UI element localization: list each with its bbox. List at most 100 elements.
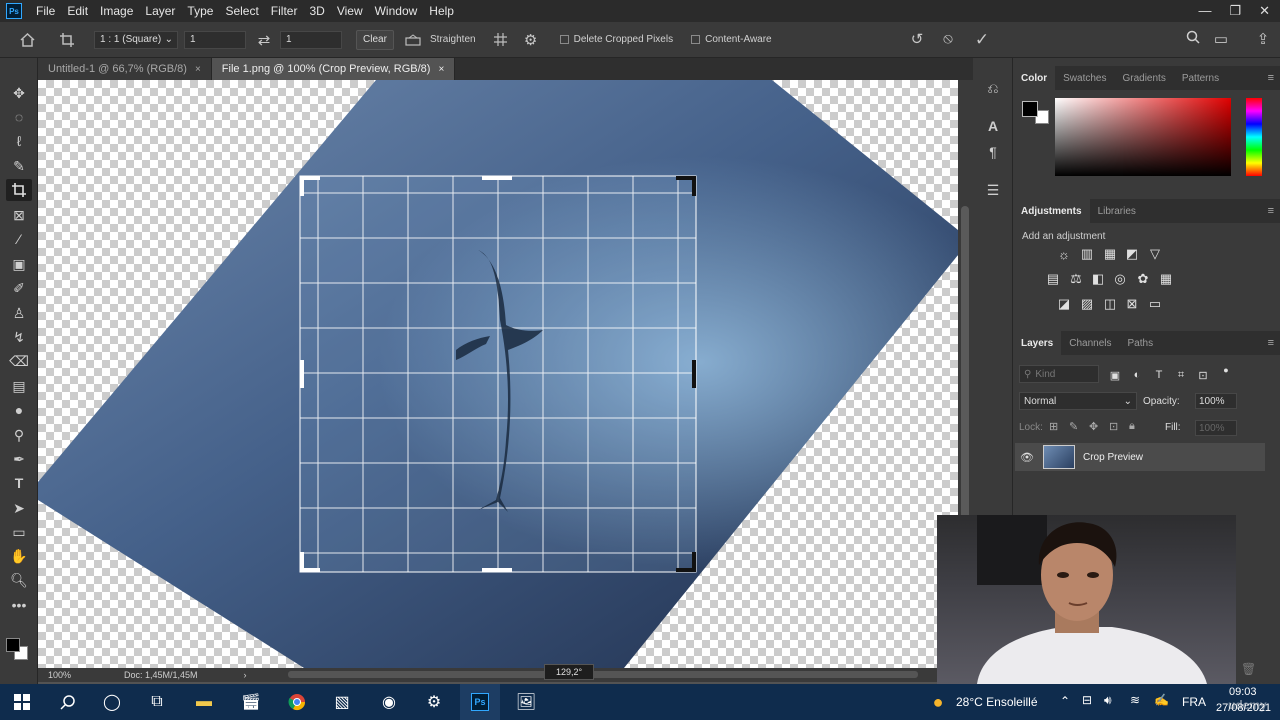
tray-volume-icon[interactable]: 🔊︎: [1104, 693, 1112, 708]
clear-button[interactable]: Clear: [356, 29, 394, 50]
lock-image-icon[interactable]: ✎: [1069, 420, 1078, 433]
menu-view[interactable]: View: [331, 0, 369, 22]
eraser-tool-icon[interactable]: ⌫: [6, 350, 32, 372]
hue-slider[interactable]: [1246, 98, 1262, 176]
levels-icon[interactable]: ▥: [1079, 246, 1095, 262]
tab-paths[interactable]: Paths: [1120, 331, 1162, 355]
filter-pixel-icon[interactable]: ▣: [1107, 367, 1123, 383]
close-window-button[interactable]: ✕: [1259, 0, 1270, 22]
gradient-map-icon[interactable]: ▭: [1147, 296, 1163, 312]
video-editor-icon[interactable]: 🎬︎: [231, 684, 271, 720]
brightness-icon[interactable]: ☼: [1056, 246, 1072, 262]
menu-image[interactable]: Image: [94, 0, 139, 22]
lock-artboard-icon[interactable]: ⊡: [1109, 420, 1118, 433]
dodge-tool-icon[interactable]: ⚲: [6, 424, 32, 446]
crop-preview-image[interactable]: [38, 80, 958, 668]
photoshop-taskbar-icon[interactable]: Ps: [460, 684, 500, 720]
filter-toggle-icon[interactable]: ●: [1218, 362, 1234, 378]
invert-icon[interactable]: ◪: [1056, 296, 1072, 312]
grid-overlay-icon[interactable]: [490, 32, 512, 47]
clock-time[interactable]: 09:03: [1229, 686, 1257, 698]
settings-gear-icon[interactable]: ⚙: [414, 684, 454, 720]
reset-icon[interactable]: ↺: [906, 30, 928, 48]
home-icon[interactable]: [14, 32, 40, 47]
tab-adjustments[interactable]: Adjustments: [1013, 199, 1090, 223]
gradient-tool-icon[interactable]: ▤: [6, 375, 32, 397]
windows-start-icon[interactable]: [2, 684, 42, 720]
chevron-right-icon[interactable]: ›: [244, 670, 247, 680]
photo-filter-icon[interactable]: ◎: [1112, 271, 1128, 287]
filter-smart-object-icon[interactable]: ⊡: [1195, 367, 1211, 383]
panel-menu-icon[interactable]: ≡: [1268, 205, 1274, 217]
tab-color[interactable]: Color: [1013, 66, 1056, 90]
cancel-icon[interactable]: ⦸: [937, 30, 959, 47]
zoom-tool-icon[interactable]: 🔍︎: [6, 569, 32, 591]
blur-tool-icon[interactable]: ●: [6, 399, 32, 421]
menu-edit[interactable]: Edit: [61, 0, 94, 22]
tab-channels[interactable]: Channels: [1061, 331, 1119, 355]
stamp-tool-icon[interactable]: ♙: [6, 302, 32, 324]
height-input[interactable]: 1: [280, 30, 342, 49]
document-canvas[interactable]: [38, 80, 958, 668]
eye-visibility-icon[interactable]: 👁︎: [1015, 451, 1039, 464]
vibrance-icon[interactable]: ▽: [1147, 246, 1163, 262]
fill-input[interactable]: 100%: [1195, 420, 1237, 436]
delete-cropped-checkbox[interactable]: Delete Cropped Pixels: [559, 34, 673, 45]
curves-icon[interactable]: ▦: [1102, 246, 1118, 262]
selective-color-icon[interactable]: ⊠: [1124, 296, 1140, 312]
content-aware-checkbox[interactable]: Content-Aware: [691, 34, 772, 45]
close-icon[interactable]: ×: [438, 64, 444, 75]
more-tools-icon[interactable]: •••: [6, 594, 32, 616]
properties-icon[interactable]: ☰: [983, 180, 1003, 200]
tab-layers[interactable]: Layers: [1013, 331, 1062, 355]
history-icon[interactable]: ⎌: [983, 78, 1003, 98]
brush-tool-icon[interactable]: ✐: [6, 277, 32, 299]
tray-wifi-icon[interactable]: ≋: [1130, 693, 1140, 707]
exposure-icon[interactable]: ◩: [1124, 246, 1140, 262]
tab-libraries[interactable]: Libraries: [1090, 199, 1144, 223]
tab-patterns[interactable]: Patterns: [1174, 66, 1227, 90]
trash-icon[interactable]: 🗑︎: [1241, 662, 1256, 676]
blend-mode-select[interactable]: Normal ⌄: [1019, 392, 1137, 410]
menu-file[interactable]: File: [30, 0, 61, 22]
threshold-icon[interactable]: ◫: [1102, 296, 1118, 312]
image-viewer-icon[interactable]: 🖼︎: [506, 684, 546, 720]
color-balance-icon[interactable]: ⚖: [1068, 271, 1084, 287]
filter-adjustment-icon[interactable]: ◐: [1129, 367, 1145, 383]
rectangle-tool-icon[interactable]: ▭: [6, 521, 32, 543]
foreground-color-chip[interactable]: [6, 638, 20, 652]
foreground-color-chip[interactable]: [1022, 101, 1038, 117]
opacity-input[interactable]: 100%: [1195, 393, 1237, 409]
tab-swatches[interactable]: Swatches: [1055, 66, 1114, 90]
workspace-icon[interactable]: ▭: [1210, 30, 1232, 48]
weather-text[interactable]: 28°C Ensoleillé: [956, 695, 1038, 709]
menu-3d[interactable]: 3D: [303, 0, 330, 22]
commit-check-icon[interactable]: ✓: [971, 30, 993, 50]
photos-app-icon[interactable]: ▧: [322, 684, 362, 720]
close-icon[interactable]: ×: [195, 64, 201, 75]
marquee-tool-icon[interactable]: ◌: [6, 106, 32, 128]
menu-filter[interactable]: Filter: [265, 0, 304, 22]
menu-select[interactable]: Select: [219, 0, 264, 22]
ratio-select[interactable]: 1 : 1 (Square) ⌄: [94, 30, 178, 49]
swap-icon[interactable]: ⇄: [252, 31, 276, 49]
lock-position-icon[interactable]: ✥: [1089, 420, 1098, 433]
crop-tool-preset-icon[interactable]: [54, 32, 80, 48]
type-tool-icon[interactable]: T: [6, 472, 32, 494]
width-input[interactable]: 1: [184, 30, 246, 49]
path-select-tool-icon[interactable]: ➤: [6, 497, 32, 519]
lasso-tool-icon[interactable]: ℓ: [6, 130, 32, 152]
obs-icon[interactable]: ◉: [369, 684, 409, 720]
gear-icon[interactable]: ⚙: [520, 31, 542, 49]
menu-window[interactable]: Window: [369, 0, 424, 22]
straighten-label[interactable]: Straighten: [430, 34, 476, 45]
color-lookup-icon[interactable]: ▦: [1158, 271, 1174, 287]
crop-tool-icon[interactable]: [6, 179, 32, 201]
tray-pen-icon[interactable]: ✍: [1154, 693, 1169, 707]
tab-gradients[interactable]: Gradients: [1114, 66, 1173, 90]
panel-menu-icon[interactable]: ≡: [1268, 337, 1274, 349]
chrome-icon[interactable]: [277, 684, 317, 720]
search-icon[interactable]: [1182, 30, 1204, 44]
character-icon[interactable]: A: [983, 116, 1003, 136]
healing-tool-icon[interactable]: ▣: [6, 253, 32, 275]
